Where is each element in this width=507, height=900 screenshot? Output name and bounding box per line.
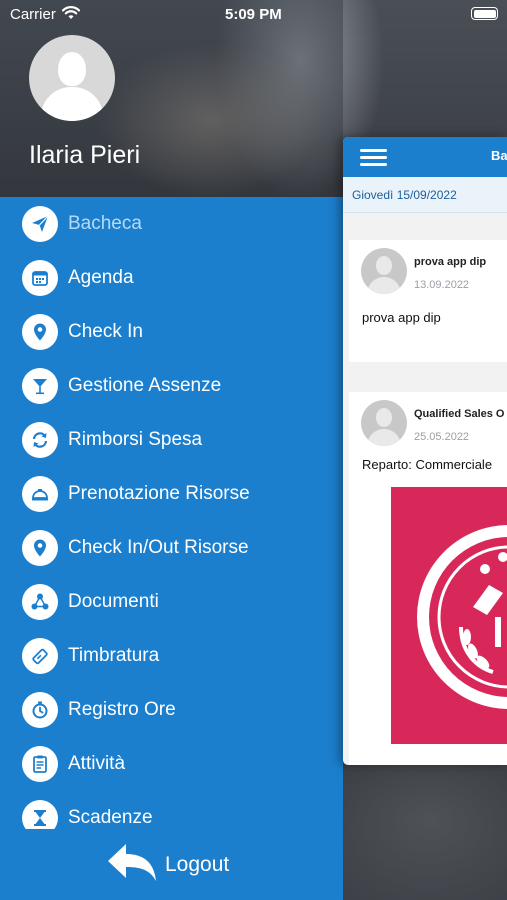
menu-list[interactable]: Bacheca Agenda Check In Gestione Assenze: [0, 197, 343, 829]
menu-item-gestione-assenze[interactable]: Gestione Assenze: [0, 363, 343, 409]
stopwatch-icon: [22, 692, 58, 728]
carrier-label: Carrier: [10, 6, 56, 23]
post-avatar: [361, 248, 407, 294]
menu-item-bacheca[interactable]: Bacheca: [0, 201, 343, 247]
post-avatar: [361, 400, 407, 446]
app-bar: Ba: [343, 137, 507, 177]
menu-item-check-in-out-risorse[interactable]: Check In/Out Risorse: [0, 525, 343, 571]
menu-label: Prenotazione Risorse: [68, 483, 250, 504]
post-date: 13.09.2022: [414, 279, 470, 291]
service-bell-icon: [22, 476, 58, 512]
back-arrow-icon: [108, 844, 156, 881]
share-icon: [22, 584, 58, 620]
menu-label: Registro Ore: [68, 699, 176, 720]
drawer-menu: Bacheca Agenda Check In Gestione Assenze: [0, 197, 343, 900]
badge-card-icon: [22, 638, 58, 674]
menu-label: Bacheca: [68, 213, 142, 234]
date-header: Giovedì 15/09/2022: [343, 177, 507, 213]
post-card[interactable]: prova app dip 13.09.2022 prova app dip: [349, 240, 507, 362]
menu-item-timbratura[interactable]: Timbratura: [0, 633, 343, 679]
page-title: Ba: [491, 148, 507, 163]
menu-item-attivita[interactable]: Attività: [0, 741, 343, 787]
logout-button[interactable]: Logout: [102, 837, 242, 887]
menu-label: Documenti: [68, 591, 159, 612]
menu-item-agenda[interactable]: Agenda: [0, 255, 343, 301]
status-time: 5:09 PM: [225, 6, 282, 23]
menu-label: Gestione Assenze: [68, 375, 222, 396]
menu-item-documenti[interactable]: Documenti: [0, 579, 343, 625]
menu-item-check-in[interactable]: Check In: [0, 309, 343, 355]
user-name: Ilaria Pieri: [29, 141, 141, 169]
menu-label: Check In: [68, 321, 143, 342]
hourglass-icon: [22, 800, 58, 829]
refund-icon: [22, 422, 58, 458]
menu-item-scadenze[interactable]: Scadenze: [0, 795, 343, 829]
menu-label: Attività: [68, 753, 126, 774]
battery-icon: [471, 7, 498, 20]
main-panel[interactable]: Ba Giovedì 15/09/2022 prova app dip 13.0…: [343, 137, 507, 765]
avatar-head: [58, 52, 86, 86]
post-date: 25.05.2022: [414, 431, 470, 443]
wifi-icon: [62, 6, 80, 19]
calendar-icon: [22, 260, 58, 296]
certification-seal-image: [417, 525, 507, 709]
clipboard-icon: [22, 746, 58, 782]
location-pin-icon: [22, 314, 58, 350]
post-body: Reparto: Commerciale: [362, 457, 493, 472]
menu-label: Rimborsi Spesa: [68, 429, 203, 450]
paper-plane-icon: [22, 206, 58, 242]
logout-label: Logout: [165, 853, 230, 876]
post-author: Qualified Sales O: [414, 408, 505, 420]
avatar[interactable]: [29, 35, 115, 121]
post-author: prova app dip: [414, 256, 487, 268]
menu-label: Agenda: [68, 267, 134, 288]
post-image[interactable]: [391, 487, 507, 744]
post-card[interactable]: Qualified Sales O 25.05.2022 Reparto: Co…: [349, 392, 507, 765]
menu-label: Check In/Out Risorse: [68, 537, 249, 558]
menu-item-registro-ore[interactable]: Registro Ore: [0, 687, 343, 733]
location-pin-icon: [22, 530, 58, 566]
cocktail-icon: [22, 368, 58, 404]
status-bar: Carrier 5:09 PM: [0, 0, 507, 30]
menu-item-prenotazione-risorse[interactable]: Prenotazione Risorse: [0, 471, 343, 517]
menu-item-rimborsi-spesa[interactable]: Rimborsi Spesa: [0, 417, 343, 463]
avatar-shoulders: [41, 87, 103, 121]
menu-label: Timbratura: [68, 645, 160, 666]
menu-label: Scadenze: [68, 807, 153, 828]
hamburger-menu-icon[interactable]: [360, 147, 387, 167]
post-body: prova app dip: [362, 310, 441, 325]
